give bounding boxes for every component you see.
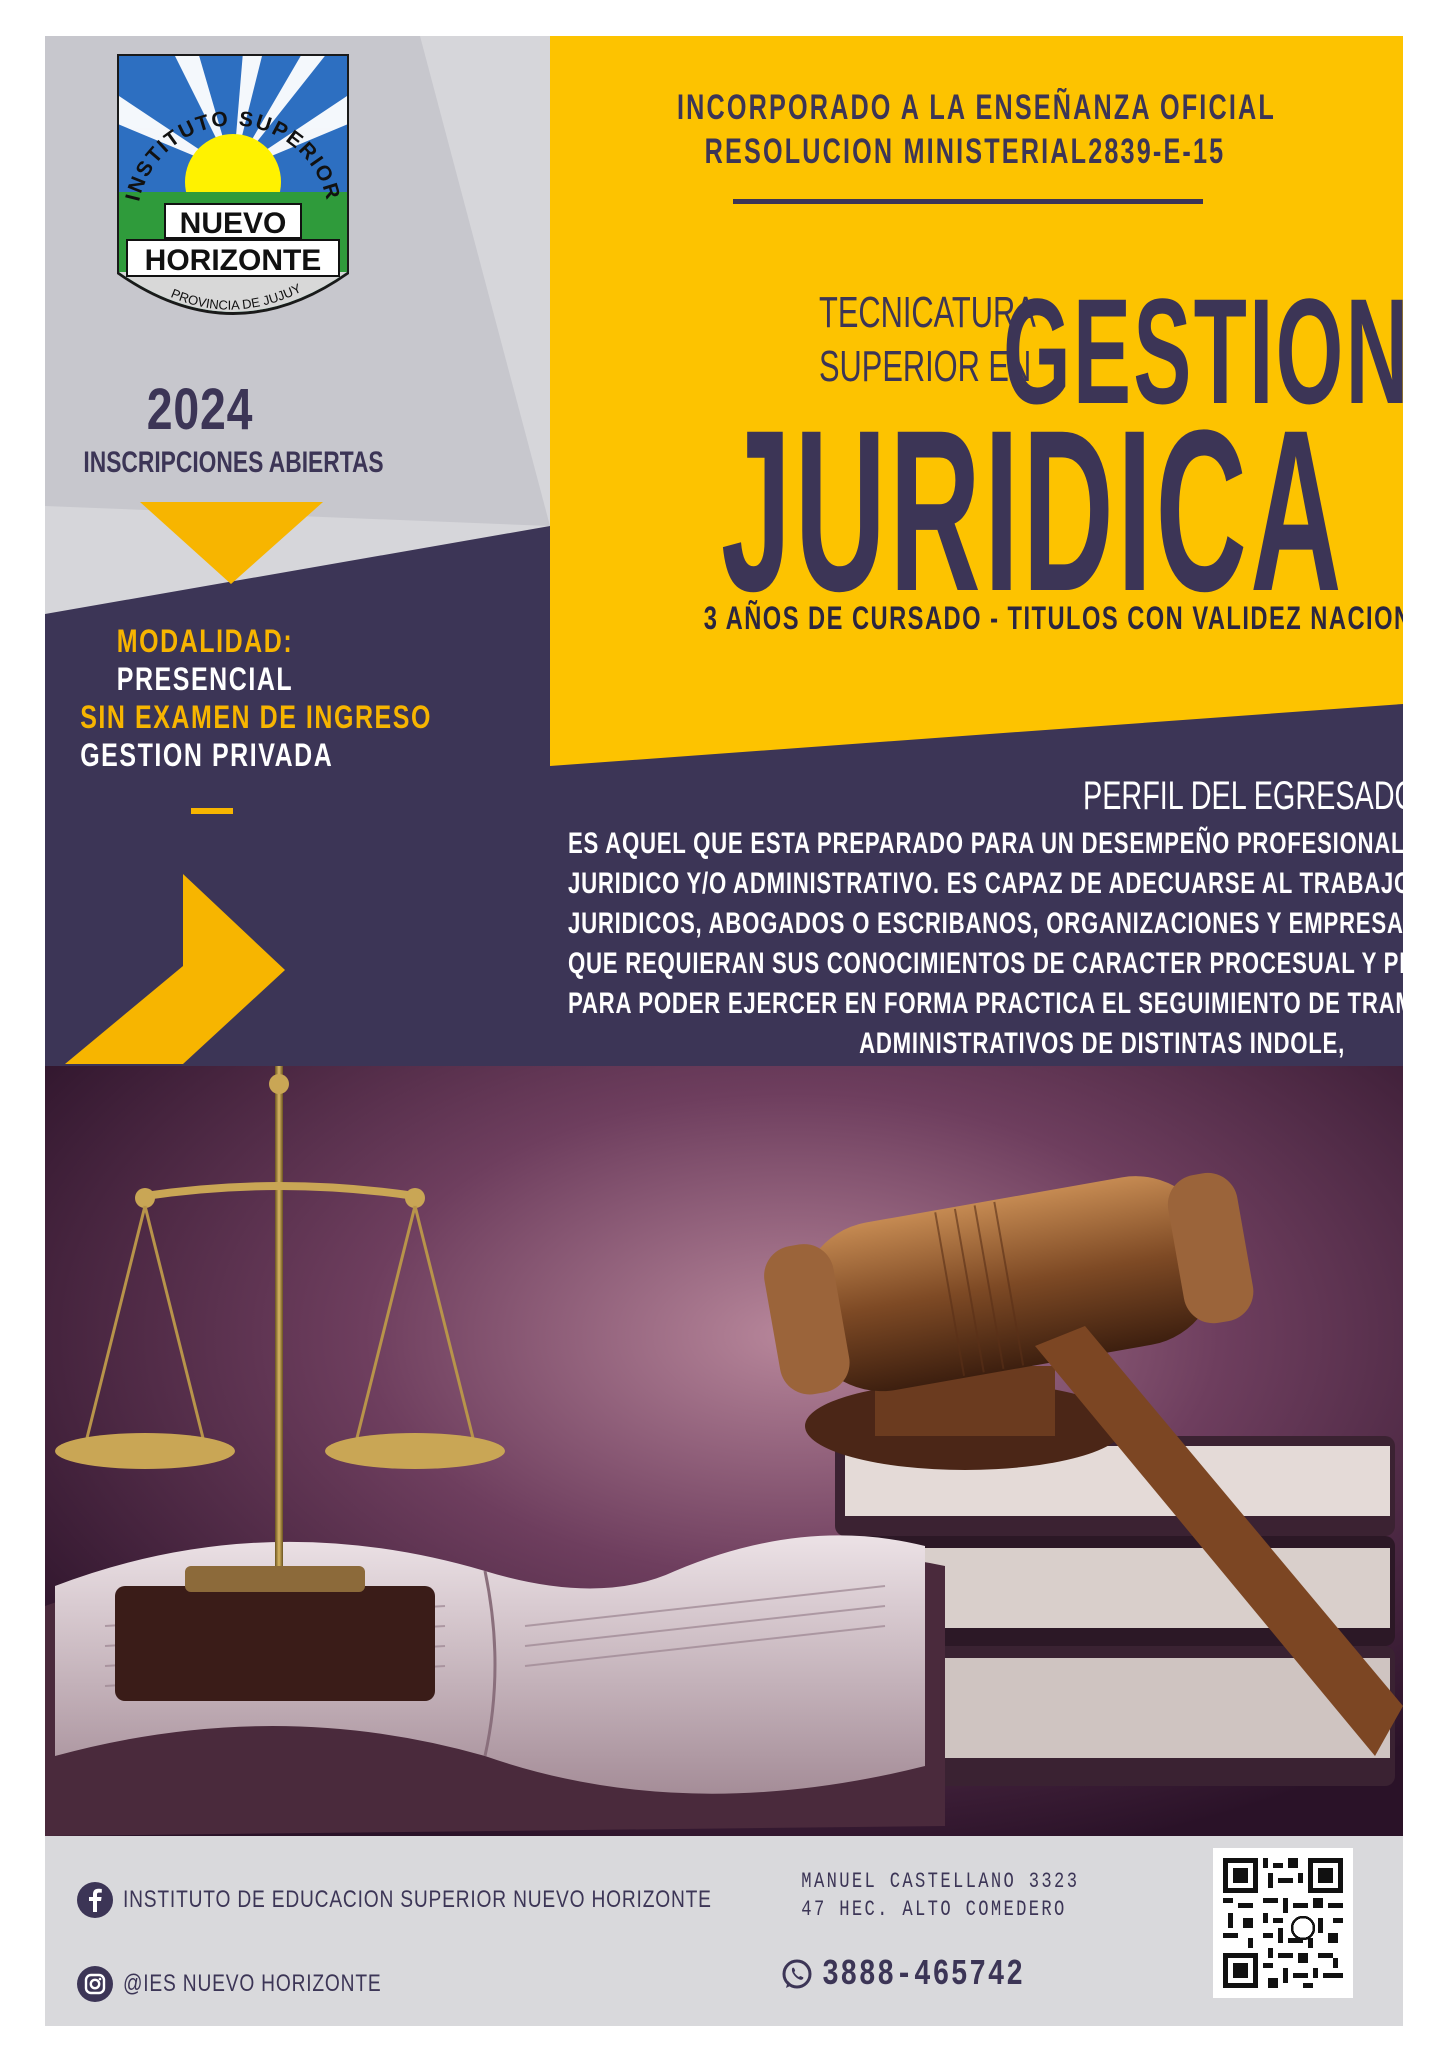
address-line-1: MANUEL CASTELLANO 3323 <box>801 1869 1080 1894</box>
institute-logo: INSTITUTO SUPERIOR NUEVO HORIZONTE PROVI… <box>113 52 353 342</box>
no-exam: SIN EXAMEN DE INGRESO <box>80 699 432 735</box>
official-line-1: INCORPORADO A LA ENSEÑANZA OFICIAL <box>677 88 1276 127</box>
instagram-text: @IES NUEVO HORIZONTE <box>123 1970 382 1997</box>
instagram-icon <box>77 1966 113 2002</box>
profile-line: PARA PODER EJERCER EN FORMA PRACTICA EL … <box>568 987 1403 1020</box>
logo-name-line2: HORIZONTE <box>145 244 322 277</box>
management-type: GESTION PRIVADA <box>80 737 334 773</box>
profile-line: JURIDICOS, ABOGADOS O ESCRIBANOS, ORGANI… <box>568 907 1403 940</box>
duration-text: 3 AÑOS DE CURSADO - <box>703 600 1008 636</box>
qr-code-icon <box>1223 1858 1343 1988</box>
profile-line: QUE REQUIERAN SUS CONOCIMIENTOS DE CARAC… <box>568 947 1403 980</box>
modality-label: MODALIDAD: <box>116 623 294 659</box>
phone-contact[interactable]: 3888-465742 <box>780 1954 1082 1995</box>
facebook-icon <box>77 1882 113 1918</box>
degree-prefix: TECNICATURA SUPERIOR EN <box>741 286 1036 394</box>
address-line-2: 47 HEC. ALTO COMEDERO <box>801 1897 1067 1922</box>
legal-photo <box>45 1066 1403 1836</box>
legal-illustration <box>45 1066 1403 1836</box>
instagram-link[interactable]: @IES NUEVO HORIZONTE <box>75 1964 446 2004</box>
official-line-2: RESOLUCION MINISTERIAL2839-E-15 <box>704 132 1226 171</box>
official-recognition: INCORPORADO A LA ENSEÑANZA OFICIAL RESOL… <box>565 86 1365 174</box>
tec-line-1: TECNICATURA <box>819 288 1036 337</box>
modality-block: MODALIDAD: PRESENCIAL SIN EXAMEN DE INGR… <box>45 622 432 774</box>
year: 2024 <box>146 377 254 442</box>
phone-number: 3888-465742 <box>822 1954 1025 1995</box>
header-divider <box>733 199 1203 204</box>
profile-line: ADMINISTRATIVOS DE DISTINTAS INDOLE, <box>859 1027 1345 1060</box>
address: MANUEL CASTELLANO 3323 47 HEC. ALTO COME… <box>765 1868 1095 1924</box>
whatsapp-icon <box>782 1959 812 1988</box>
profile-title: PERFIL DEL EGRESADO <box>1083 774 1403 818</box>
modality-value: PRESENCIAL <box>116 661 294 697</box>
validity-text: TITULOS CON VALIDEZ NACIONAL <box>1007 600 1403 636</box>
profile-line: JURIDICO Y/O ADMINISTRATIVO. ES CAPAZ DE… <box>568 867 1403 900</box>
enrollment-open: INSCRIPCIONES ABIERTAS <box>83 446 384 479</box>
profile-line: ES AQUEL QUE ESTA PREPARADO PARA UN DESE… <box>568 827 1403 860</box>
logo-name-line1: NUEVO <box>180 207 287 240</box>
qr-code[interactable] <box>1213 1848 1353 1998</box>
profile-body: ES AQUEL QUE ESTA PREPARADO PARA UN DESE… <box>295 824 1403 1064</box>
logo-shield-icon: INSTITUTO SUPERIOR NUEVO HORIZONTE PROVI… <box>117 54 349 315</box>
accent-bar-left <box>191 808 233 814</box>
duration-validity: 3 AÑOS DE CURSADO - TITULOS CON VALIDEZ … <box>703 600 1403 637</box>
title-juridica: JURIDICA <box>721 382 1345 639</box>
poster: INSTITUTO SUPERIOR NUEVO HORIZONTE PROVI… <box>45 36 1403 2026</box>
facebook-link[interactable]: INSTITUTO DE EDUCACION SUPERIOR NUEVO HO… <box>75 1880 859 1920</box>
facebook-text: INSTITUTO DE EDUCACION SUPERIOR NUEVO HO… <box>123 1886 712 1913</box>
footer: INSTITUTO DE EDUCACION SUPERIOR NUEVO HO… <box>45 1836 1403 2026</box>
